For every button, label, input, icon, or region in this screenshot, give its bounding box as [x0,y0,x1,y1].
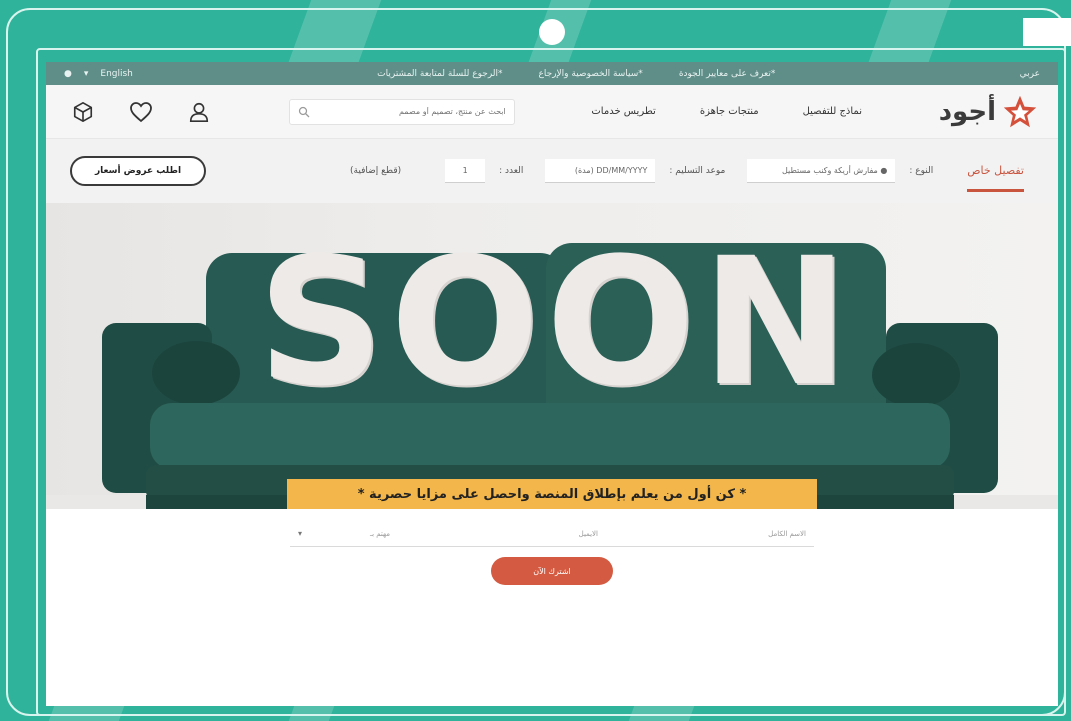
type-label: النوع : [909,166,934,176]
interest-select[interactable]: مهتم بـ ▾ [290,521,398,547]
topbar-left: ● ▾ English [64,69,133,79]
search-input[interactable] [317,107,506,116]
topbar-language[interactable]: عربي [1020,69,1040,79]
request-offers-button[interactable]: اطلب عروض أسعار [70,156,206,186]
star-logo-icon [1003,95,1037,127]
dot-icon[interactable]: ● [64,69,72,79]
full-name-field[interactable]: الاسم الكامل [606,521,814,547]
user-icon[interactable] [186,99,212,125]
cube-icon[interactable] [70,99,96,125]
form-row: الاسم الكامل الايميل مهتم بـ ▾ [290,521,814,547]
topbar-link-cart[interactable]: *الرجوع للسلة لمتابعة المشتريات [377,69,502,79]
logo-text: أجود [938,96,996,127]
hero-banner: SOON * كن أول من يعلم بإطلاق المنصة واحص… [46,203,1058,509]
search-icon [298,106,310,117]
quantity-label: العدد : [499,166,524,176]
logo[interactable]: أجود [939,94,1038,130]
order-fields: تفصيل خاص النوع : ● مفارش أريكة وكنب مست… [350,150,1024,192]
subscribe-button[interactable]: اشترك الآن [491,557,613,585]
topbar-link-quality[interactable]: *تعرف على معايير الجودة [679,69,776,79]
main-nav: نماذج للتفصيل منتجات جاهزة تطريس خدمات [591,106,862,117]
main-header: نماذج للتفصيل منتجات جاهزة تطريس خدمات أ… [46,85,1058,139]
announcement-bar: ● ▾ English *تعرف على معايير الجودة *سيا… [46,62,1058,85]
promo-banner: * كن أول من يعلم بإطلاق المنصة واحصل على… [287,479,817,509]
header-icons [70,99,212,125]
topbar-link-policy[interactable]: *سياسة الخصوصية والإرجاع [539,69,643,79]
nav-item-models[interactable]: نماذج للتفصيل [803,106,862,117]
signup-form: الاسم الكامل الايميل مهتم بـ ▾ اشترك الآ… [46,515,1058,585]
delivery-label: موعد التسليم : [669,166,726,176]
language-switch[interactable]: English [100,69,133,79]
tab-custom-tailoring[interactable]: تفصيل خاص [967,150,1024,192]
nav-item-ready-products[interactable]: منتجات جاهزة [700,106,759,117]
chevron-down-icon[interactable]: ▾ [84,69,89,79]
quantity-field[interactable]: 1 [445,159,486,183]
interest-placeholder: مهتم بـ [370,529,390,538]
soon-headline: SOON [257,220,855,425]
screen: ● ▾ English *تعرف على معايير الجودة *سيا… [46,62,1058,706]
frame-corner [1023,18,1071,46]
delivery-date-field[interactable]: DD/MM/YYYY (مدة) [545,159,656,183]
custom-order-bar: اطلب عروض أسعار تفصيل خاص النوع : ● مفار… [46,139,1058,203]
search-bar[interactable] [288,98,515,125]
type-select[interactable]: ● مفارش أريكة وكنب مستطيل [747,159,896,183]
chevron-down-icon: ▾ [298,529,303,538]
topbar-links: *تعرف على معايير الجودة *سياسة الخصوصية … [377,69,775,79]
camera-icon [539,19,565,45]
email-field[interactable]: الايميل [398,521,606,547]
nav-item-services[interactable]: تطريس خدمات [591,106,655,117]
extra-pieces-label: (قطع إضافية) [350,166,402,176]
heart-icon[interactable] [128,99,154,125]
